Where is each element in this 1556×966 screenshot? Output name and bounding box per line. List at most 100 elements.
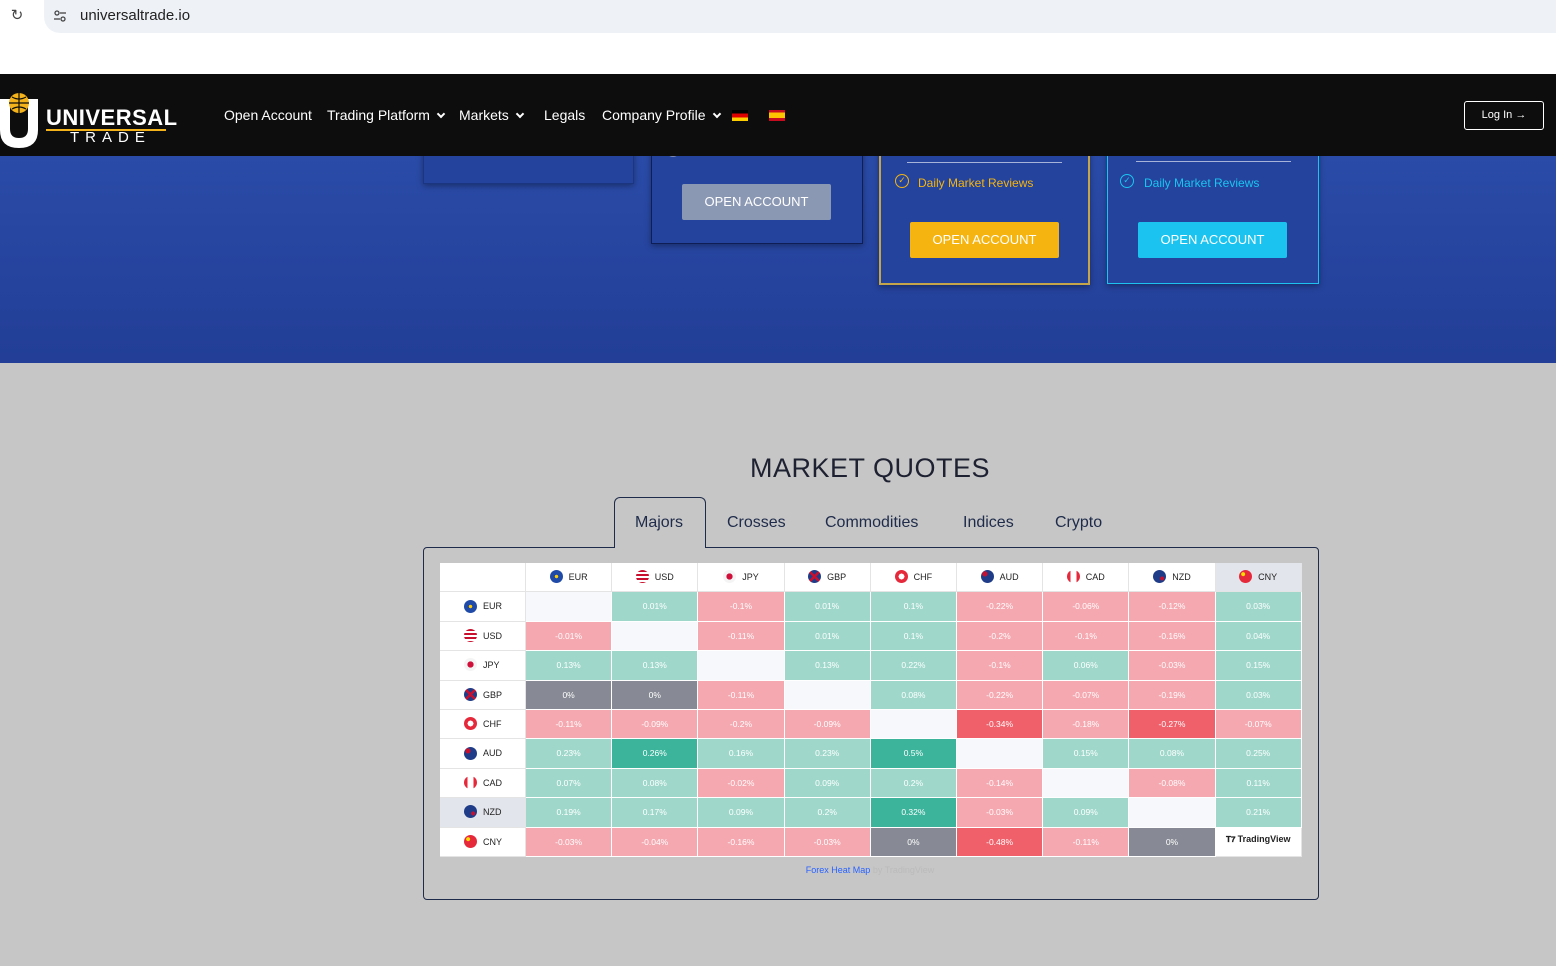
heatmap-cell[interactable]: 0.09% <box>698 798 785 828</box>
heatmap-cell[interactable]: -0.02% <box>698 768 785 799</box>
heatmap-cell[interactable]: -0.06% <box>1043 592 1130 622</box>
heatmap-cell[interactable]: 0.01% <box>784 621 871 652</box>
tab-crosses[interactable]: Crosses <box>727 514 786 532</box>
heatmap-cell[interactable]: 0.06% <box>1043 651 1130 681</box>
row-header-jpy[interactable]: JPY <box>440 651 526 681</box>
heatmap-cell[interactable]: 0.09% <box>1043 798 1130 828</box>
heatmap-cell[interactable]: -0.22% <box>957 680 1044 710</box>
row-header-cad[interactable]: CAD <box>440 768 526 799</box>
heatmap-cell[interactable]: 0.13% <box>612 651 699 681</box>
column-header-chf[interactable]: CHF <box>870 563 957 593</box>
heatmap-cell[interactable]: 0.23% <box>526 739 613 769</box>
heatmap-cell[interactable]: -0.11% <box>698 621 785 652</box>
row-header-aud[interactable]: AUD <box>440 739 526 769</box>
row-header-eur[interactable]: EUR <box>440 592 526 622</box>
row-header-nzd[interactable]: NZD <box>440 798 526 828</box>
heatmap-cell[interactable]: -0.16% <box>698 827 785 857</box>
nav-open-account[interactable]: Open Account <box>224 107 312 123</box>
heatmap-cell[interactable]: 0.03% <box>1215 592 1302 622</box>
heatmap-cell[interactable]: -0.11% <box>526 710 613 740</box>
heatmap-cell[interactable]: 0.23% <box>784 739 871 769</box>
heatmap-cell[interactable]: -0.34% <box>957 710 1044 740</box>
heatmap-cell[interactable]: 0.22% <box>870 651 957 681</box>
heatmap-cell[interactable]: 0.2% <box>870 768 957 799</box>
heatmap-cell[interactable]: -0.11% <box>698 680 785 710</box>
heatmap-cell[interactable]: -0.07% <box>1043 680 1130 710</box>
heatmap-cell[interactable]: 0.1% <box>870 621 957 652</box>
heatmap-cell[interactable]: -0.11% <box>1043 827 1130 857</box>
heatmap-cell[interactable]: -0.07% <box>1215 710 1302 740</box>
column-header-cny[interactable]: CNY <box>1215 563 1302 593</box>
heatmap-cell[interactable]: -0.09% <box>784 710 871 740</box>
site-info-icon[interactable] <box>53 9 67 23</box>
heatmap-cell[interactable]: -0.14% <box>957 768 1044 799</box>
open-account-button[interactable]: OPEN ACCOUNT <box>910 222 1059 258</box>
heatmap-cell[interactable]: 0% <box>870 827 957 857</box>
heatmap-cell[interactable]: 0.1% <box>870 592 957 622</box>
heatmap-cell[interactable]: 0.13% <box>784 651 871 681</box>
heatmap-cell[interactable]: 0.07% <box>526 768 613 799</box>
login-button[interactable]: Log In → <box>1464 101 1544 130</box>
row-header-cny[interactable]: CNY <box>440 827 526 857</box>
open-account-button[interactable]: OPEN ACCOUNT <box>682 184 831 220</box>
row-header-chf[interactable]: CHF <box>440 710 526 740</box>
heatmap-cell[interactable]: -0.2% <box>698 710 785 740</box>
heatmap-cell[interactable]: -0.48% <box>957 827 1044 857</box>
heatmap-cell[interactable]: -0.18% <box>1043 710 1130 740</box>
column-header-nzd[interactable]: NZD <box>1129 563 1216 593</box>
heatmap-cell[interactable]: -0.03% <box>1129 651 1216 681</box>
heatmap-cell[interactable]: 0.08% <box>1129 739 1216 769</box>
heatmap-cell[interactable]: 0.11% <box>1215 768 1302 799</box>
heatmap-cell[interactable]: -0.2% <box>957 621 1044 652</box>
forex-heat-map-link[interactable]: Forex Heat Map <box>806 865 871 875</box>
column-header-cad[interactable]: CAD <box>1043 563 1130 593</box>
column-header-gbp[interactable]: GBP <box>784 563 871 593</box>
heatmap-cell[interactable]: -0.19% <box>1129 680 1216 710</box>
reload-icon[interactable]: ↻ <box>9 8 25 24</box>
heatmap-cell[interactable]: 0.26% <box>612 739 699 769</box>
tab-commodities[interactable]: Commodities <box>825 514 918 532</box>
heatmap-cell[interactable]: 0.32% <box>870 798 957 828</box>
column-header-jpy[interactable]: JPY <box>698 563 785 593</box>
heatmap-cell[interactable]: -0.22% <box>957 592 1044 622</box>
heatmap-cell[interactable]: 0.03% <box>1215 680 1302 710</box>
heatmap-cell[interactable]: 0% <box>1129 827 1216 857</box>
heatmap-cell[interactable]: -0.12% <box>1129 592 1216 622</box>
address-bar[interactable] <box>44 0 1556 33</box>
url-text[interactable]: universaltrade.io <box>80 7 190 24</box>
column-header-usd[interactable]: USD <box>612 563 699 593</box>
tradingview-badge[interactable]: 𝐓𝟕 TradingView <box>1215 827 1302 857</box>
heatmap-cell[interactable]: 0.01% <box>612 592 699 622</box>
heatmap-cell[interactable]: 0.04% <box>1215 621 1302 652</box>
heatmap-cell[interactable]: 0.13% <box>526 651 613 681</box>
heatmap-cell[interactable]: 0.17% <box>612 798 699 828</box>
spanish-flag-icon[interactable] <box>769 110 785 121</box>
heatmap-cell[interactable]: 0.19% <box>526 798 613 828</box>
row-header-usd[interactable]: USD <box>440 621 526 652</box>
heatmap-cell[interactable]: 0.16% <box>698 739 785 769</box>
heatmap-cell[interactable]: -0.1% <box>698 592 785 622</box>
heatmap-cell[interactable]: 0.09% <box>784 768 871 799</box>
heatmap-cell[interactable]: 0.08% <box>612 768 699 799</box>
column-header-aud[interactable]: AUD <box>957 563 1044 593</box>
heatmap-cell[interactable]: -0.09% <box>612 710 699 740</box>
tab-indices[interactable]: Indices <box>963 514 1014 532</box>
heatmap-cell[interactable]: 0% <box>612 680 699 710</box>
heatmap-cell[interactable]: -0.16% <box>1129 621 1216 652</box>
heatmap-cell[interactable]: -0.1% <box>957 651 1044 681</box>
heatmap-cell[interactable]: 0.01% <box>784 592 871 622</box>
nav-company-profile[interactable]: Company Profile <box>602 107 721 123</box>
heatmap-cell[interactable]: -0.03% <box>526 827 613 857</box>
heatmap-cell[interactable]: -0.08% <box>1129 768 1216 799</box>
nav-markets[interactable]: Markets <box>459 107 525 123</box>
heatmap-cell[interactable]: 0.2% <box>784 798 871 828</box>
german-flag-icon[interactable] <box>732 110 748 121</box>
heatmap-cell[interactable]: -0.01% <box>526 621 613 652</box>
nav-trading-platform[interactable]: Trading Platform <box>327 107 446 123</box>
heatmap-cell[interactable]: 0.15% <box>1215 651 1302 681</box>
heatmap-cell[interactable]: 0.08% <box>870 680 957 710</box>
heatmap-cell[interactable]: 0.25% <box>1215 739 1302 769</box>
row-header-gbp[interactable]: GBP <box>440 680 526 710</box>
heatmap-cell[interactable]: 0.5% <box>870 739 957 769</box>
heatmap-cell[interactable]: 0.15% <box>1043 739 1130 769</box>
